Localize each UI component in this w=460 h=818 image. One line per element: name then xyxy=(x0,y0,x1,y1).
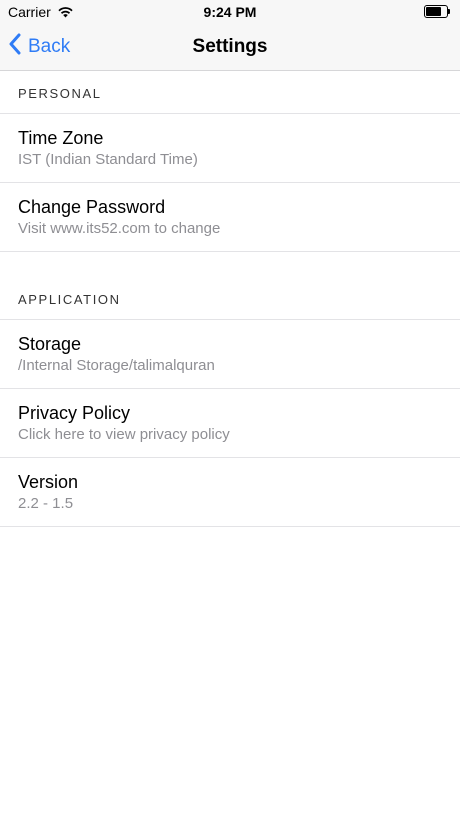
setting-subtitle: Visit www.its52.com to change xyxy=(18,220,221,237)
setting-subtitle: 2.2 - 1.5 xyxy=(18,495,74,512)
status-time: 9:24 PM xyxy=(203,4,257,20)
battery-icon xyxy=(424,5,450,18)
page-title: Settings xyxy=(192,36,268,57)
section-header-personal: PERSONAL xyxy=(0,71,460,114)
setting-title: Change Password xyxy=(18,197,166,217)
setting-storage[interactable]: Storage /Internal Storage/talimalquran xyxy=(0,320,460,389)
section-spacer xyxy=(0,252,460,277)
settings-list: PERSONAL Time Zone IST (Indian Standard … xyxy=(0,71,460,527)
setting-subtitle: Click here to view privacy policy xyxy=(18,426,230,443)
setting-title: Version xyxy=(18,472,79,492)
setting-version[interactable]: Version 2.2 - 1.5 xyxy=(0,458,460,527)
section-header-application: APPLICATION xyxy=(0,277,460,320)
setting-title: Privacy Policy xyxy=(18,403,131,423)
setting-title: Time Zone xyxy=(18,128,104,148)
setting-change-password[interactable]: Change Password Visit www.its52.com to c… xyxy=(0,183,460,252)
setting-time-zone[interactable]: Time Zone IST (Indian Standard Time) xyxy=(0,114,460,183)
setting-title: Storage xyxy=(18,334,82,354)
status-bar: Carrier 9:24 PM xyxy=(0,0,460,24)
navigation-bar: Back Settings xyxy=(0,24,460,71)
setting-subtitle: /Internal Storage/talimalquran xyxy=(18,357,215,374)
setting-subtitle: IST (Indian Standard Time) xyxy=(18,151,198,168)
setting-privacy-policy[interactable]: Privacy Policy Click here to view privac… xyxy=(0,389,460,458)
